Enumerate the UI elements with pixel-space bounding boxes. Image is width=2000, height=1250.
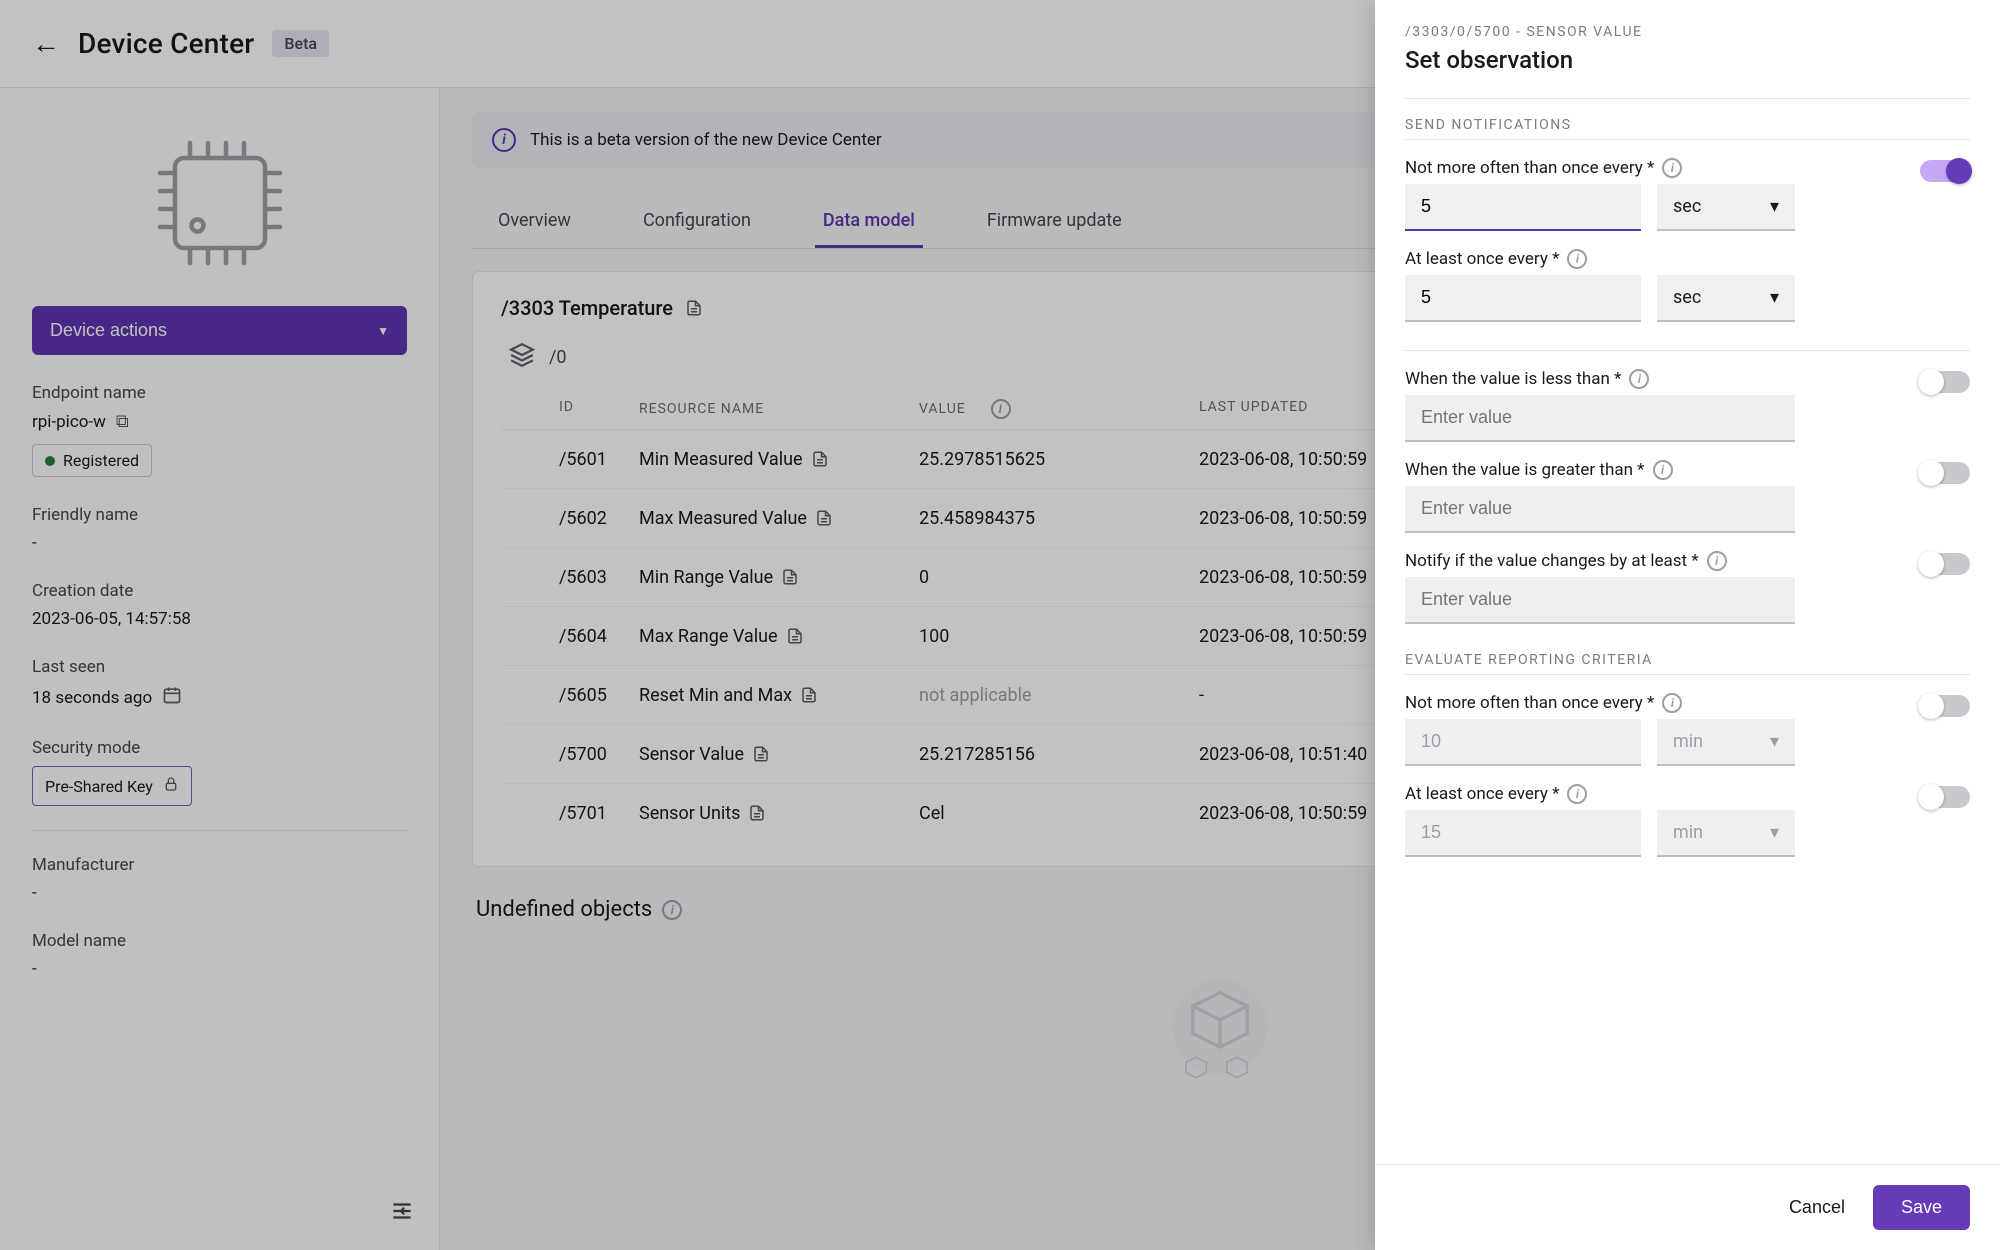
pmax-input[interactable]	[1405, 275, 1641, 322]
step-input	[1405, 577, 1795, 624]
info-icon[interactable]: i	[1629, 369, 1649, 389]
less-than-input	[1405, 395, 1795, 442]
info-icon[interactable]: i	[1567, 784, 1587, 804]
greater-than-toggle[interactable]	[1920, 462, 1970, 484]
pmin-input[interactable]	[1405, 184, 1641, 231]
epmin-toggle[interactable]	[1920, 695, 1970, 717]
pmax-unit-select[interactable]: sec▾	[1657, 275, 1795, 322]
drawer-title: Set observation	[1405, 46, 1970, 74]
info-icon[interactable]: i	[1653, 460, 1673, 480]
greater-than-input	[1405, 486, 1795, 533]
chevron-down-icon: ▾	[1770, 196, 1779, 217]
epmin-input	[1405, 719, 1641, 766]
step-toggle[interactable]	[1920, 553, 1970, 575]
less-than-toggle[interactable]	[1920, 371, 1970, 393]
epmax-toggle[interactable]	[1920, 786, 1970, 808]
send-section-label: SEND NOTIFICATIONS	[1405, 117, 1970, 133]
eval-section-label: EVALUATE REPORTING CRITERIA	[1405, 652, 1970, 668]
save-button[interactable]: Save	[1873, 1185, 1970, 1230]
pmin-unit-select[interactable]: sec▾	[1657, 184, 1795, 231]
chevron-down-icon: ▾	[1770, 822, 1779, 843]
observation-drawer: /3303/0/5700 - SENSOR VALUE Set observat…	[1375, 0, 2000, 1250]
epmax-unit-select: min▾	[1657, 810, 1795, 857]
info-icon[interactable]: i	[1662, 693, 1682, 713]
chevron-down-icon: ▾	[1770, 287, 1779, 308]
info-icon[interactable]: i	[1707, 551, 1727, 571]
info-icon[interactable]: i	[1567, 249, 1587, 269]
drawer-breadcrumb: /3303/0/5700 - SENSOR VALUE	[1405, 24, 1970, 40]
info-icon[interactable]: i	[1662, 158, 1682, 178]
pmin-toggle[interactable]	[1920, 160, 1970, 182]
chevron-down-icon: ▾	[1770, 731, 1779, 752]
epmax-input	[1405, 810, 1641, 857]
cancel-button[interactable]: Cancel	[1789, 1197, 1845, 1218]
epmin-unit-select: min▾	[1657, 719, 1795, 766]
